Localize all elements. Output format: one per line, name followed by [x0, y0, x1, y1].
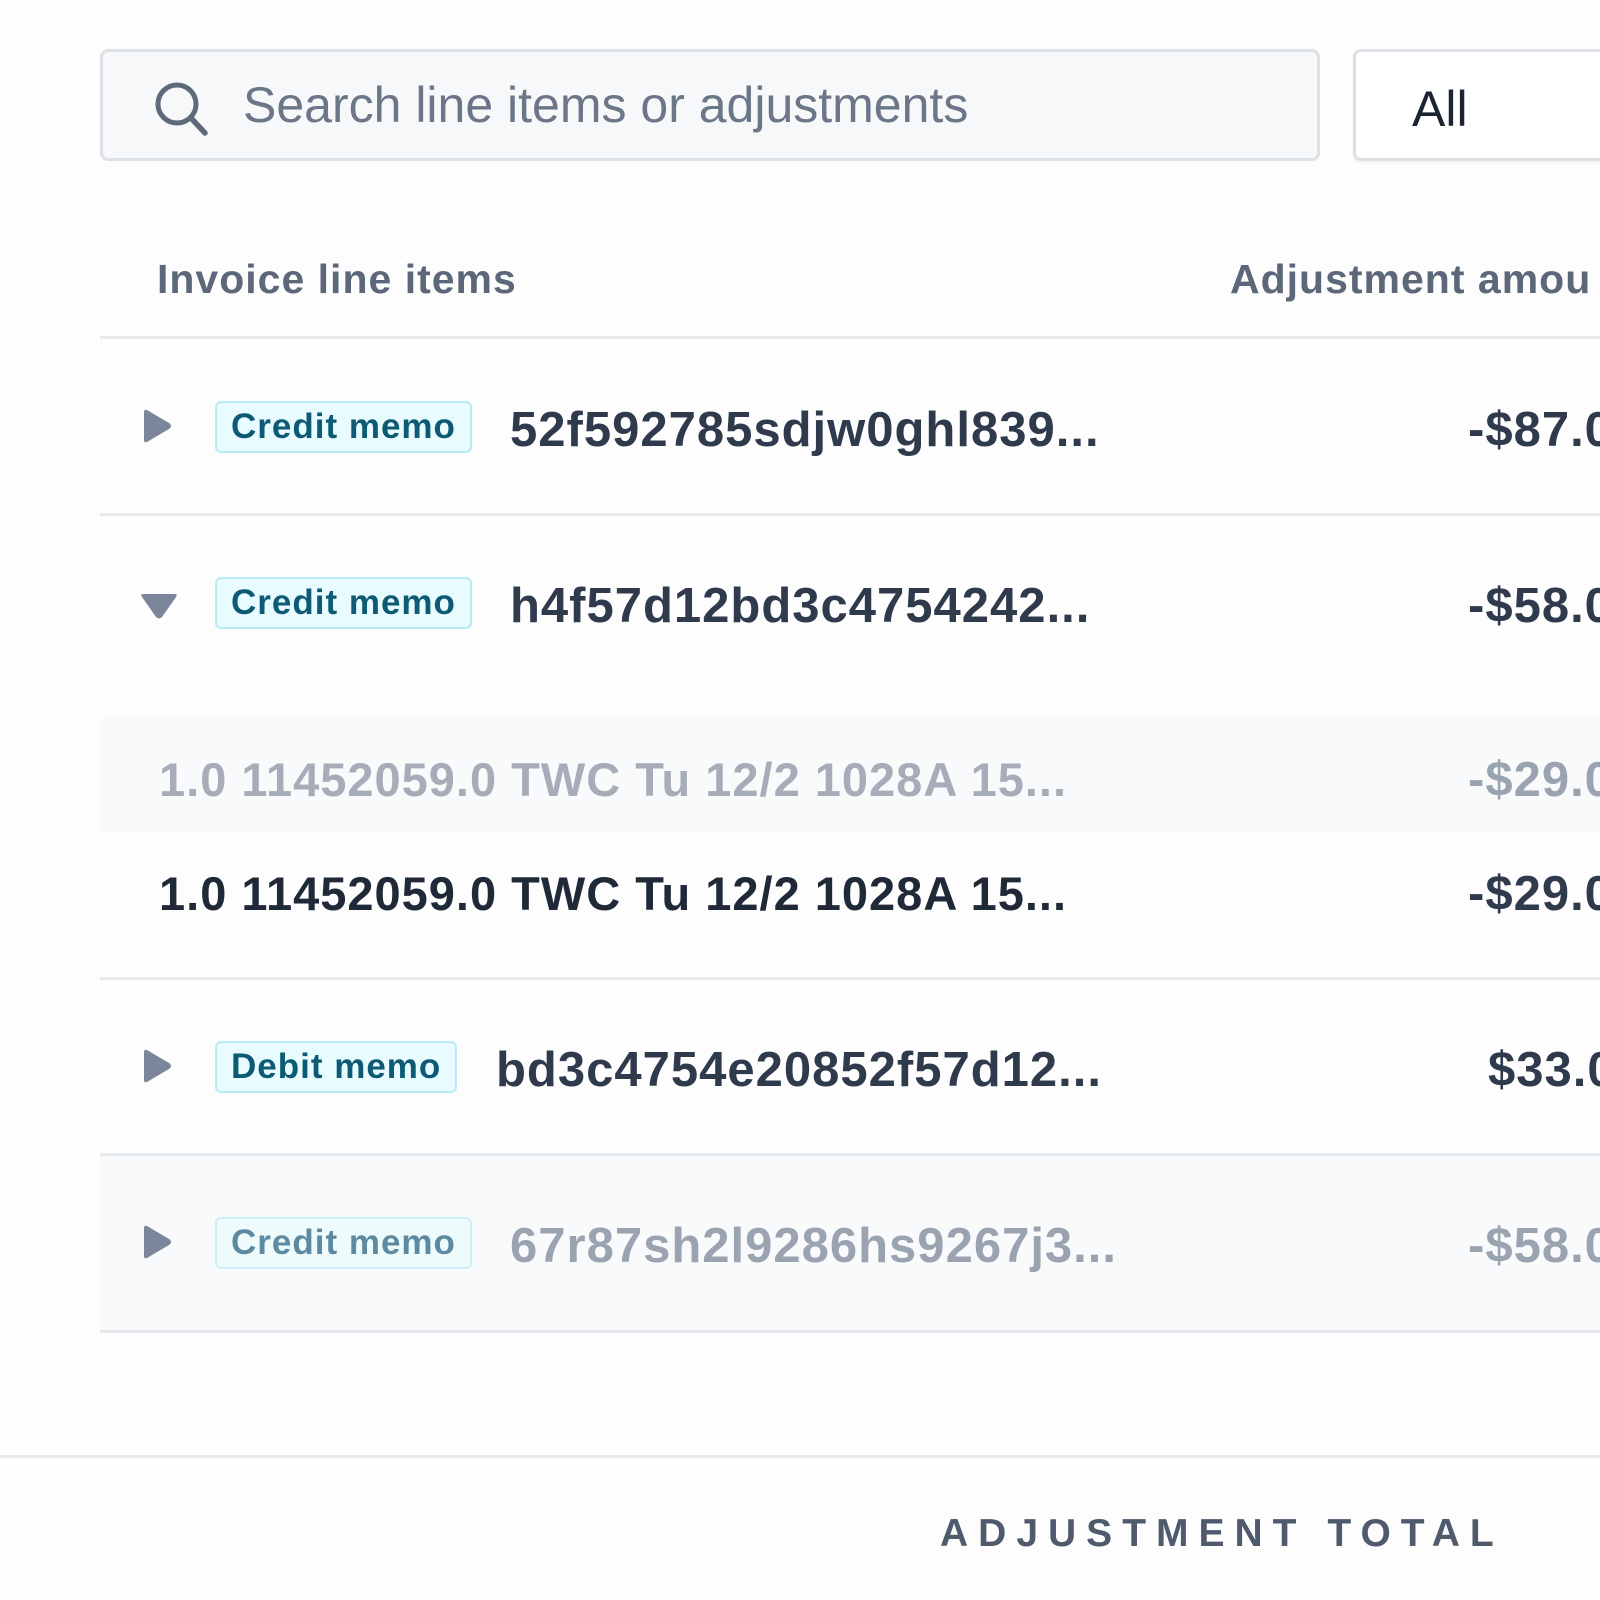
divider	[100, 513, 1600, 516]
adjustment-amount: -$58.0	[1468, 579, 1600, 633]
line-item-id: 67r87sh2l9286hs9267j3...	[510, 1219, 1118, 1273]
adjustment-amount: -$87.0	[1468, 403, 1600, 457]
type-badge: Credit memo	[215, 577, 472, 629]
type-badge: Credit memo	[215, 401, 472, 453]
type-badge: Credit memo	[215, 1217, 472, 1269]
sub-line-item-text: 1.0 11452059.0 TWC Tu 12/2 1028A 15...	[159, 867, 1068, 920]
line-item-id: h4f57d12bd3c4754242...	[510, 579, 1091, 633]
adjustment-total-label: ADJUSTMENT TOTAL	[940, 1512, 1504, 1555]
sub-adjustment-amount: -$29.0	[1468, 867, 1600, 921]
filter-select[interactable]: All	[1353, 49, 1600, 161]
column-header-adjustment-amount: Adjustment amou	[1230, 256, 1592, 302]
divider	[100, 1330, 1600, 1333]
expand-arrow-icon[interactable]	[143, 1047, 173, 1085]
line-item-id: bd3c4754e20852f57d12...	[496, 1043, 1102, 1097]
expand-arrow-icon[interactable]	[143, 1223, 173, 1261]
divider	[100, 977, 1600, 980]
search-bar	[100, 49, 1320, 161]
column-header-line-items: Invoice line items	[157, 256, 517, 302]
expand-arrow-icon[interactable]	[143, 407, 173, 445]
type-badge: Debit memo	[215, 1041, 458, 1093]
divider	[100, 336, 1600, 339]
sub-adjustment-amount: -$29.0	[1468, 753, 1600, 807]
search-input[interactable]	[243, 72, 1283, 138]
search-icon	[155, 82, 208, 136]
adjustment-amount: $33.0	[1488, 1043, 1600, 1097]
footer-divider	[0, 1455, 1600, 1458]
adjustment-amount: -$58.0	[1468, 1219, 1600, 1273]
sub-line-item-text: 1.0 11452059.0 TWC Tu 12/2 1028A 15...	[159, 753, 1068, 806]
line-item-id: 52f592785sdjw0ghl839...	[510, 403, 1100, 457]
filter-selected-value: All	[1412, 81, 1468, 137]
collapse-arrow-icon[interactable]	[140, 590, 178, 620]
